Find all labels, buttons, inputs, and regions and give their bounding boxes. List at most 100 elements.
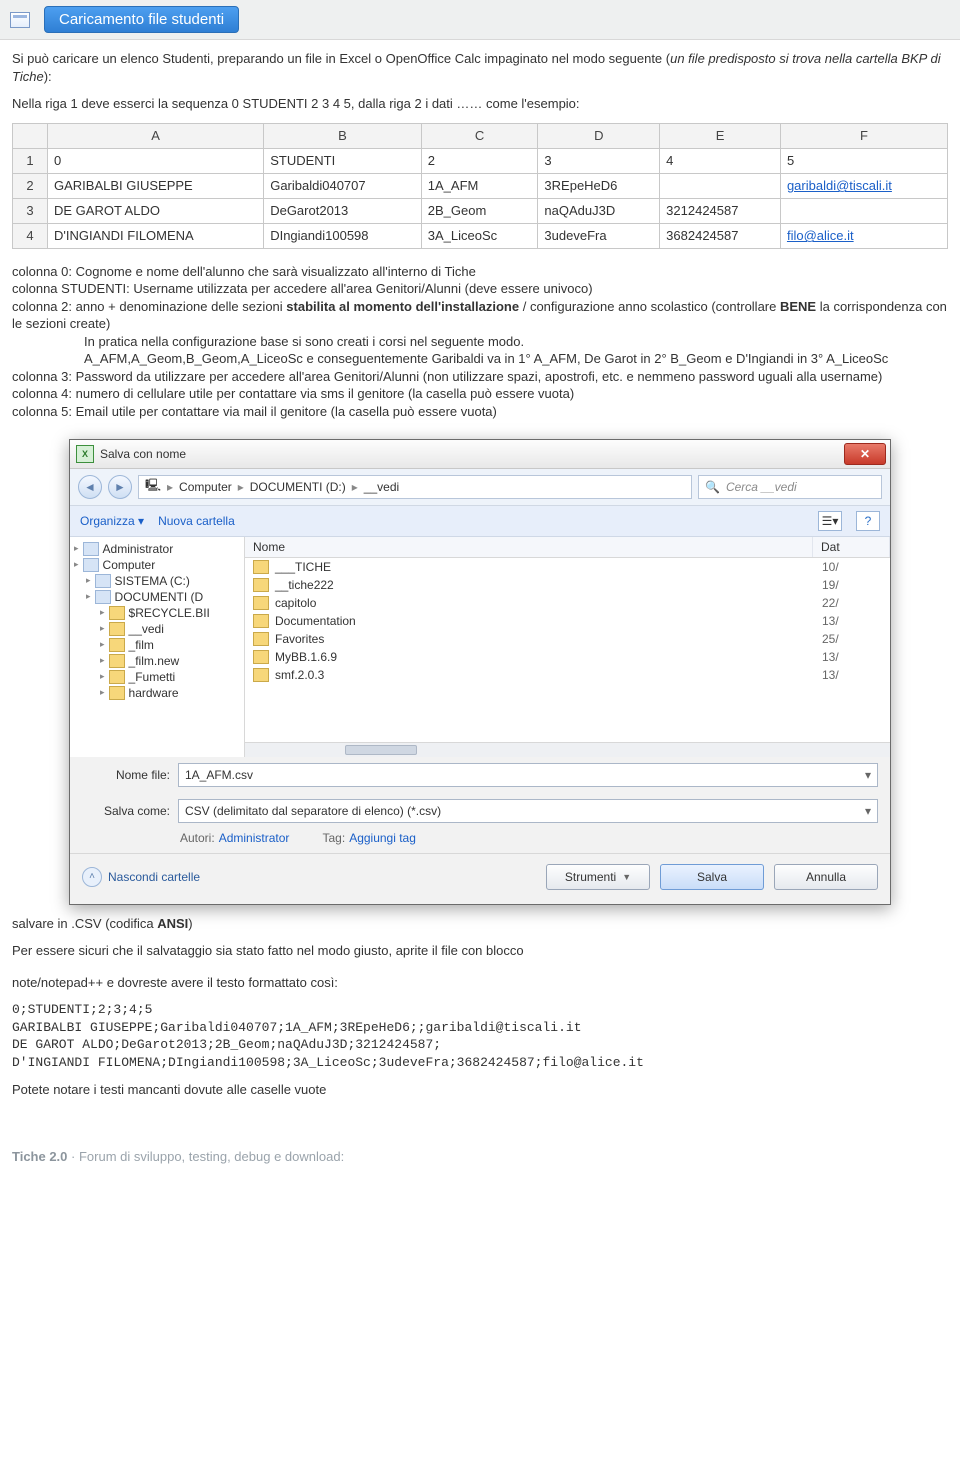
col-header-date[interactable]: Dat — [813, 537, 890, 557]
file-name: capitolo — [275, 596, 822, 610]
close-button[interactable]: ✕ — [844, 443, 886, 465]
text-bold: stabilita al momento dell'installazione — [286, 299, 519, 314]
filename-value: 1A_AFM.csv — [185, 768, 253, 782]
expand-icon[interactable]: ▸ — [86, 591, 91, 602]
col1-desc: colonna STUDENTI: Username utilizzata pe… — [12, 280, 948, 298]
tools-menu[interactable]: Strumenti▼ — [546, 864, 650, 890]
row-header: 2 — [13, 173, 48, 198]
tree-node[interactable]: ▸DOCUMENTI (D — [72, 589, 242, 605]
file-row[interactable]: Documentation13/ — [245, 612, 890, 630]
tree-label: _film.new — [129, 654, 180, 668]
expand-icon[interactable]: ▸ — [100, 671, 105, 682]
col-header: E — [660, 123, 781, 148]
folder-icon — [109, 638, 125, 652]
breadcrumb[interactable]: 🖳 ▸ Computer ▸ DOCUMENTI (D:) ▸ __vedi — [138, 475, 692, 499]
cell: DE GAROT ALDO — [48, 198, 264, 223]
save-button[interactable]: Salva — [660, 864, 764, 890]
col-header-name[interactable]: Nome — [245, 537, 813, 557]
forward-button[interactable]: ► — [108, 475, 132, 499]
crumb[interactable]: __vedi — [364, 480, 399, 494]
tag-value[interactable]: Aggiungi tag — [349, 831, 416, 845]
row-header: 1 — [13, 148, 48, 173]
text: salvare in .CSV (codifica — [12, 916, 157, 931]
folder-icon — [83, 558, 99, 572]
savetype-label: Salva come: — [82, 804, 170, 818]
file-name: ___TICHE — [275, 560, 822, 574]
file-row[interactable]: __tiche22219/ — [245, 576, 890, 594]
file-row[interactable]: smf.2.0.313/ — [245, 666, 890, 684]
chevron-up-icon: ˄ — [82, 867, 102, 887]
back-button[interactable]: ◄ — [78, 475, 102, 499]
email-link[interactable]: filo@alice.it — [787, 228, 854, 243]
col-header: D — [538, 123, 660, 148]
corner-cell — [13, 123, 48, 148]
help-button[interactable]: ? — [856, 511, 880, 531]
expand-icon[interactable]: ▸ — [100, 687, 105, 698]
file-date: 25/ — [822, 632, 882, 646]
cancel-button[interactable]: Annulla — [774, 864, 878, 890]
crumb[interactable]: DOCUMENTI (D:) — [250, 480, 346, 494]
tree-node[interactable]: ▸SISTEMA (C:) — [72, 573, 242, 589]
file-list[interactable]: Nome Dat ___TICHE10/__tiche22219/capitol… — [245, 537, 890, 757]
text: / configurazione anno scolastico (contro… — [519, 299, 780, 314]
label: Nascondi cartelle — [108, 870, 200, 884]
tree-node[interactable]: ▸Computer — [72, 557, 242, 573]
expand-icon[interactable]: ▸ — [100, 655, 105, 666]
new-folder-button[interactable]: Nuova cartella — [158, 514, 235, 528]
intro-para-1: Si può caricare un elenco Studenti, prep… — [12, 50, 948, 85]
cell — [660, 173, 781, 198]
expand-icon[interactable]: ▸ — [100, 639, 105, 650]
expand-icon[interactable]: ▸ — [74, 543, 79, 554]
tree-node[interactable]: ▸ $RECYCLE.BII — [72, 605, 242, 621]
dialog-toolbar: Organizza ▾ Nuova cartella ☰▾ ? — [70, 506, 890, 537]
tree-node[interactable]: ▸ _film.new — [72, 653, 242, 669]
tree-node[interactable]: ▸_film — [72, 637, 242, 653]
organize-menu[interactable]: Organizza ▾ — [80, 514, 144, 528]
horizontal-scrollbar[interactable] — [245, 742, 890, 757]
folder-tree[interactable]: ▸Administrator▸Computer▸SISTEMA (C:)▸DOC… — [70, 537, 245, 757]
filename-input[interactable]: 1A_AFM.csv ▾ — [178, 763, 878, 787]
upload-students-button[interactable]: Caricamento file studenti — [44, 6, 239, 33]
cell: 3udeveFra — [538, 223, 660, 248]
column-descriptions: colonna 0: Cognome e nome dell'alunno ch… — [12, 263, 948, 421]
cell: D'INGIANDI FILOMENA — [48, 223, 264, 248]
tree-node[interactable]: ▸ hardware — [72, 685, 242, 701]
file-row[interactable]: capitolo22/ — [245, 594, 890, 612]
hide-folders-button[interactable]: ˄ Nascondi cartelle — [82, 867, 200, 887]
search-input[interactable]: 🔍 Cerca __vedi — [698, 475, 882, 499]
tree-node[interactable]: ▸__vedi — [72, 621, 242, 637]
expand-icon[interactable]: ▸ — [74, 559, 79, 570]
file-row[interactable]: Favorites25/ — [245, 630, 890, 648]
file-row[interactable]: MyBB.1.6.913/ — [245, 648, 890, 666]
expand-icon[interactable]: ▸ — [86, 575, 91, 586]
savetype-select[interactable]: CSV (delimitato dal separatore di elenco… — [178, 799, 878, 823]
author-value[interactable]: Administrator — [219, 831, 290, 845]
file-row[interactable]: ___TICHE10/ — [245, 558, 890, 576]
chevron-down-icon[interactable]: ▾ — [865, 804, 871, 818]
tree-label: $RECYCLE.BII — [129, 606, 210, 620]
folder-icon — [83, 542, 99, 556]
chevron-down-icon[interactable]: ▾ — [865, 768, 871, 782]
intro-para-2: Nella riga 1 deve esserci la sequenza 0 … — [12, 95, 948, 113]
folder-icon — [253, 632, 269, 646]
text: Si può caricare un elenco Studenti, prep… — [12, 51, 670, 66]
tree-label: hardware — [129, 686, 179, 700]
cell: 2 — [421, 148, 538, 173]
tree-node[interactable]: ▸Administrator — [72, 541, 242, 557]
expand-icon[interactable]: ▸ — [100, 607, 105, 618]
save-as-dialog: X Salva con nome ✕ ◄ ► 🖳 ▸ Computer ▸ DO… — [69, 439, 891, 905]
email-link[interactable]: garibaldi@tiscali.it — [787, 178, 892, 193]
crumb[interactable]: Computer — [179, 480, 232, 494]
view-options-button[interactable]: ☰▾ — [818, 511, 842, 531]
cell: 3 — [538, 148, 660, 173]
cell: GARIBALBI GIUSEPPE — [48, 173, 264, 198]
expand-icon[interactable]: ▸ — [100, 623, 105, 634]
folder-icon — [253, 560, 269, 574]
folder-icon — [109, 622, 125, 636]
folder-icon — [253, 650, 269, 664]
tree-node[interactable]: ▸_Fumetti — [72, 669, 242, 685]
cell: naQAduJ3D — [538, 198, 660, 223]
col-header: C — [421, 123, 538, 148]
cell: 5 — [780, 148, 947, 173]
cell: 3A_LiceoSc — [421, 223, 538, 248]
